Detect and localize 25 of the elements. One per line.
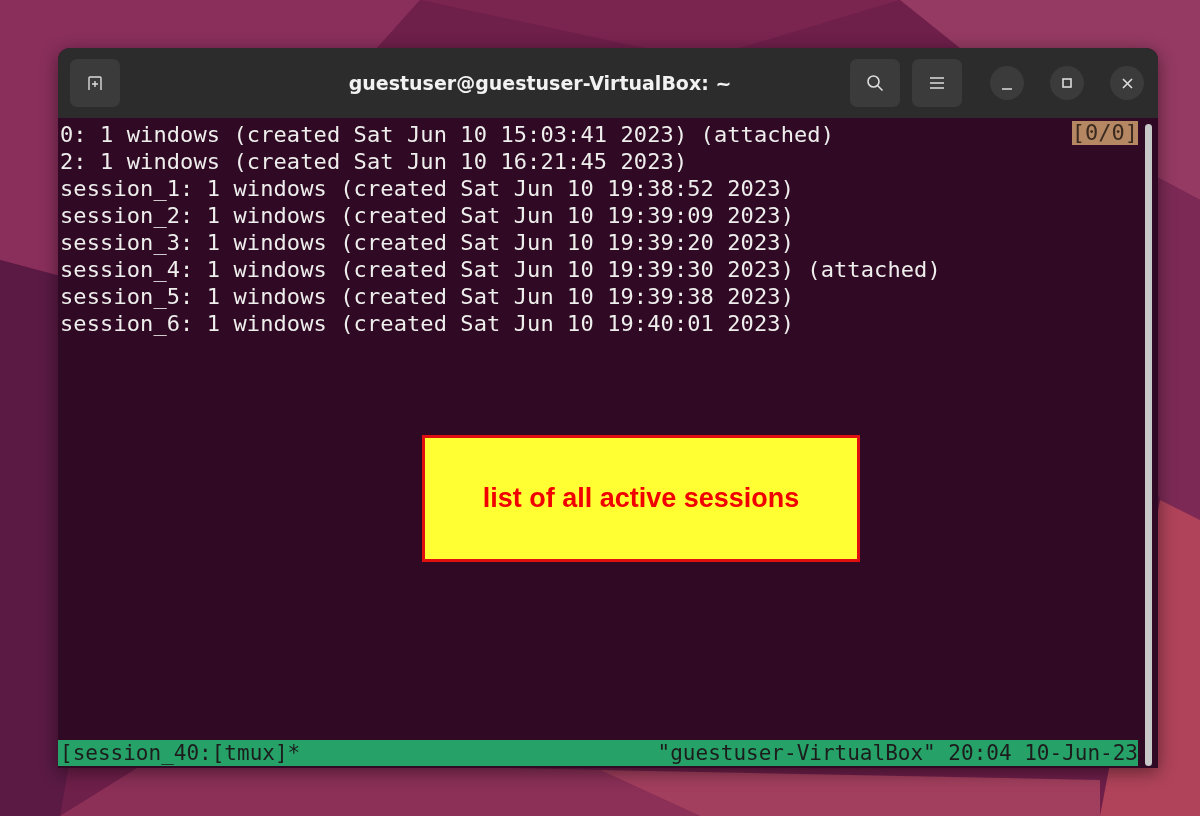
status-session: [session_40:[tmux]* [60,740,301,766]
minimize-icon [1002,88,1012,90]
search-button[interactable] [850,59,900,107]
menu-button[interactable] [912,59,962,107]
close-button[interactable] [1110,66,1144,100]
maximize-icon [1062,78,1072,88]
terminal-line: session_6: 1 windows (created Sat Jun 10 19:40:01 2023) [60,310,794,337]
search-icon [866,74,884,92]
new-tab-icon [87,75,103,91]
window-title: guestuser@guestuser-VirtualBox: ~ [347,72,733,94]
terminal-line: 2: 1 windows (created Sat Jun 10 16:21:45 2023) [60,148,688,175]
close-icon [1121,77,1133,89]
scrollbar[interactable] [1145,124,1152,766]
status-host-time: "guestuser-VirtualBox" 20:04 10-Jun-23 [657,740,1138,766]
terminal-line: session_3: 1 windows (created Sat Jun 10 19:39:20 2023) [60,229,794,256]
menu-icon [929,76,945,90]
terminal-line: 0: 1 windows (created Sat Jun 10 15:03:41 2023) (attached) [60,121,835,148]
maximize-button[interactable] [1050,66,1084,100]
terminal-line: session_1: 1 windows (created Sat Jun 10 19:38:52 2023) [60,175,794,202]
new-tab-button[interactable] [70,59,120,107]
terminal-line: session_2: 1 windows (created Sat Jun 10 19:39:09 2023) [60,202,794,229]
terminal-line: session_5: 1 windows (created Sat Jun 10 19:39:38 2023) [60,283,794,310]
annotation-callout: list of all active sessions [422,435,860,562]
terminal-line: session_4: 1 windows (created Sat Jun 10 19:39:30 2023) (attached) [60,256,941,283]
position-indicator: [0/0] [1071,121,1138,145]
